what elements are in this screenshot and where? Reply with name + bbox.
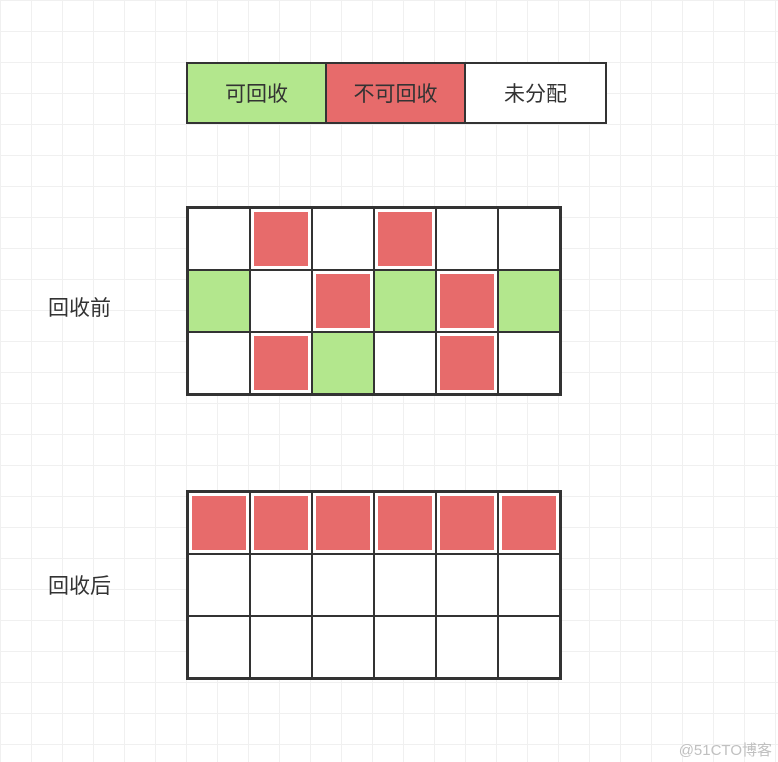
label-after-collection: 回收后: [48, 570, 111, 600]
cell: [188, 554, 250, 616]
cell: [498, 492, 560, 554]
memory-grid-before: [186, 206, 562, 396]
cell: [250, 208, 312, 270]
cell: [498, 270, 560, 332]
cell: [250, 270, 312, 332]
cell: [188, 492, 250, 554]
cell: [436, 208, 498, 270]
cell: [436, 332, 498, 394]
cell: [436, 492, 498, 554]
cell: [250, 492, 312, 554]
cell: [188, 616, 250, 678]
cell: [498, 208, 560, 270]
cell: [498, 332, 560, 394]
cell: [250, 554, 312, 616]
cell: [374, 554, 436, 616]
cell: [188, 208, 250, 270]
legend-recyclable: 可回收: [188, 64, 327, 122]
cell: [436, 616, 498, 678]
cell: [312, 270, 374, 332]
cell: [188, 270, 250, 332]
cell: [312, 616, 374, 678]
cell: [312, 492, 374, 554]
cell: [312, 208, 374, 270]
legend: 可回收 不可回收 未分配: [186, 62, 607, 124]
cell: [374, 208, 436, 270]
cell: [498, 616, 560, 678]
cell: [374, 270, 436, 332]
legend-not-recyclable: 不可回收: [327, 64, 466, 122]
cell: [498, 554, 560, 616]
watermark: @51CTO博客: [679, 739, 772, 760]
cell: [436, 270, 498, 332]
cell: [250, 332, 312, 394]
cell: [374, 492, 436, 554]
cell: [188, 332, 250, 394]
cell: [436, 554, 498, 616]
cell: [312, 332, 374, 394]
cell: [250, 616, 312, 678]
cell: [374, 332, 436, 394]
legend-unallocated: 未分配: [466, 64, 605, 122]
cell: [312, 554, 374, 616]
cell: [374, 616, 436, 678]
label-before-collection: 回收前: [48, 292, 111, 322]
memory-grid-after: [186, 490, 562, 680]
